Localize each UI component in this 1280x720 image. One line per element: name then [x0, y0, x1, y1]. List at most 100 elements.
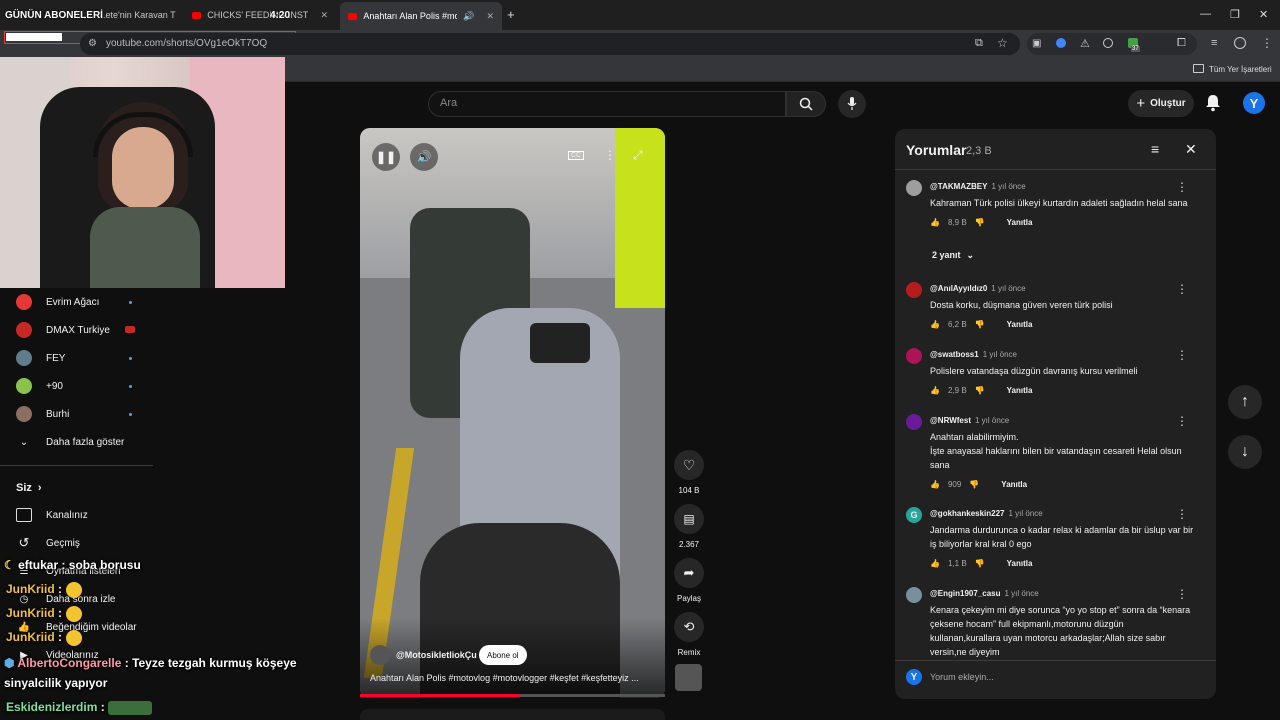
extension-icon[interactable]: ▣ [1032, 38, 1041, 49]
extension-icon[interactable] [1056, 38, 1066, 48]
sidebar-subscription[interactable]: Burhi [16, 404, 69, 424]
maximize-icon[interactable]: ❐ [1230, 8, 1240, 21]
reply-button[interactable]: Yanıtla [1007, 386, 1033, 395]
comment-more-icon[interactable]: ⋮ [1176, 587, 1188, 601]
sidebar-item-history[interactable]: ↺ Geçmiş [16, 533, 80, 553]
close-tab-icon[interactable]: ✕ [486, 11, 494, 22]
comment-author[interactable]: @TAKMAZBEY [930, 182, 987, 191]
url-text: youtube.com/shorts/OVg1eOkT7OQ [106, 38, 268, 49]
comment-author[interactable]: @gokhankeskin227 [930, 509, 1005, 518]
search-button[interactable] [786, 91, 826, 117]
close-tab-icon[interactable]: ✕ [320, 10, 328, 21]
remix-button[interactable]: ⟲ Remix [672, 612, 706, 657]
commenter-avatar[interactable] [906, 348, 922, 364]
show-more-button[interactable]: ⌄ Daha fazla göster [16, 432, 125, 452]
browser-tab-active[interactable]: Anahtarı Alan Polis #motov 🔊 ✕ [340, 2, 502, 30]
thumbs-down-icon[interactable]: 👎 [969, 480, 979, 489]
comment-more-icon[interactable]: ⋮ [1176, 348, 1188, 362]
commenter-avatar[interactable] [906, 414, 922, 430]
replies-toggle[interactable]: 2 yanıt ⌄ [932, 250, 974, 261]
heart-icon: ♡ [674, 450, 704, 480]
comment-more-icon[interactable]: ⋮ [1176, 414, 1188, 428]
menu-kebab-icon[interactable]: ⋮ [1261, 36, 1273, 50]
comment-time: 1 yıl önce [1008, 509, 1043, 518]
reply-button[interactable]: Yanıtla [1007, 218, 1033, 227]
emote-icon [108, 700, 153, 715]
minimize-icon[interactable]: — [1200, 8, 1211, 20]
sort-icon[interactable]: ≡ [1151, 141, 1159, 157]
comment-more-icon[interactable]: ⋮ [1176, 507, 1188, 521]
add-comment-input[interactable]: Yorum ekleyin... [930, 672, 994, 682]
thumbs-up-icon[interactable]: 👍 [930, 386, 940, 395]
video-title[interactable]: Anahtarı Alan Polis #motovlog #motovlogg… [370, 673, 658, 683]
comment-author[interactable]: @Engin1907_casu [930, 589, 1001, 598]
commenter-avatar[interactable]: G [906, 507, 922, 523]
sidebar-subscription[interactable]: +90 [16, 376, 63, 396]
new-tab-icon[interactable]: + [507, 7, 515, 22]
captions-icon[interactable]: CC [568, 151, 585, 160]
you-label: Siz [16, 482, 32, 494]
sidebar-item-your-channel[interactable]: Kanalınız [16, 505, 88, 525]
pause-button[interactable]: ❚❚ [372, 143, 400, 171]
commenter-avatar[interactable] [906, 282, 922, 298]
like-button[interactable]: ♡ 104 B [672, 450, 706, 495]
voice-search-button[interactable] [838, 90, 866, 118]
comment-author[interactable]: @NRWfest [930, 416, 971, 425]
fullscreen-icon[interactable]: ⤢ [633, 148, 643, 163]
close-icon[interactable]: ✕ [1185, 141, 1197, 158]
like-count: 6,2 B [947, 320, 967, 329]
sidebar-subscription[interactable]: DMAX Turkiye [16, 320, 110, 340]
comment-more-icon[interactable]: ⋮ [1176, 180, 1188, 194]
thumbs-down-icon[interactable]: 👎 [975, 386, 985, 395]
all-bookmarks-link[interactable]: Tüm Yer İşaretleri [1209, 65, 1272, 74]
subscribe-button[interactable]: Abone ol [479, 645, 527, 665]
extension-icon[interactable] [1103, 38, 1113, 48]
extensions-puzzle-icon[interactable]: ⧠ [1177, 37, 1186, 50]
profile-icon[interactable] [1234, 37, 1246, 49]
reading-list-icon[interactable]: ≡ [1211, 37, 1217, 49]
channel-avatar [16, 294, 32, 310]
thumbs-up-icon[interactable]: 👍 [930, 559, 940, 568]
sound-thumbnail[interactable] [675, 664, 702, 691]
reply-button[interactable]: Yanıtla [1001, 480, 1027, 489]
site-info-icon[interactable]: ⚙ [88, 38, 97, 49]
video-progress-track[interactable] [360, 694, 665, 697]
thumbs-down-icon[interactable]: 👎 [975, 320, 985, 329]
shorts-video-player[interactable] [360, 128, 665, 698]
create-button[interactable]: + Oluştur [1128, 90, 1194, 117]
comment-more-icon[interactable]: ⋮ [1176, 282, 1188, 296]
share-button[interactable]: ➦ Paylaş [672, 558, 706, 603]
notifications-button[interactable] [1205, 94, 1221, 117]
thumbs-down-icon[interactable]: 👎 [975, 559, 985, 568]
account-avatar[interactable]: Y [1243, 92, 1265, 114]
comment-author[interactable]: @swatboss1 [930, 350, 979, 359]
bookmark-star-icon[interactable]: ☆ [997, 36, 1008, 50]
comments-button[interactable]: ▤ 2.367 [672, 504, 706, 549]
close-window-icon[interactable]: ✕ [1259, 8, 1268, 21]
browser-tab[interactable]: ...ete'nin Karavan T ✕ [90, 4, 182, 26]
reply-button[interactable]: Yanıtla [1007, 320, 1033, 329]
extension-icon[interactable]: ⚠ [1080, 37, 1090, 50]
browser-tab[interactable]: CHICKS' FEEDING INSTINCT - Y ✕ [184, 4, 336, 26]
thumbs-up-icon[interactable]: 👍 [930, 480, 940, 489]
you-section-header[interactable]: Siz › [16, 478, 42, 498]
sidebar-subscription[interactable]: FEY [16, 348, 65, 368]
commenter-avatar[interactable] [906, 587, 922, 603]
share-icon: ➦ [674, 558, 704, 588]
channel-avatar[interactable] [370, 645, 390, 665]
comment-header: @gokhankeskin227 1 yıl önce [930, 509, 1043, 518]
volume-button[interactable]: 🔊 [410, 143, 438, 171]
reply-button[interactable]: Yanıtla [1007, 559, 1033, 568]
search-input[interactable] [428, 91, 786, 117]
next-short-button[interactable]: ↓ [1228, 435, 1262, 469]
sidebar-subscription[interactable]: Evrim Ağacı [16, 292, 99, 312]
install-app-icon[interactable]: ⧉ [975, 37, 983, 50]
thumbs-down-icon[interactable]: 👎 [975, 218, 985, 227]
commenter-avatar[interactable] [906, 180, 922, 196]
comment-author[interactable]: @AnılAyyıldız0 [930, 284, 987, 293]
thumbs-up-icon[interactable]: 👍 [930, 320, 940, 329]
more-options-icon[interactable]: ⋮ [604, 148, 616, 162]
thumbs-up-icon[interactable]: 👍 [930, 218, 940, 227]
previous-short-button[interactable]: ↑ [1228, 385, 1262, 419]
channel-handle[interactable]: @MotosikletliokÇu [396, 650, 477, 660]
